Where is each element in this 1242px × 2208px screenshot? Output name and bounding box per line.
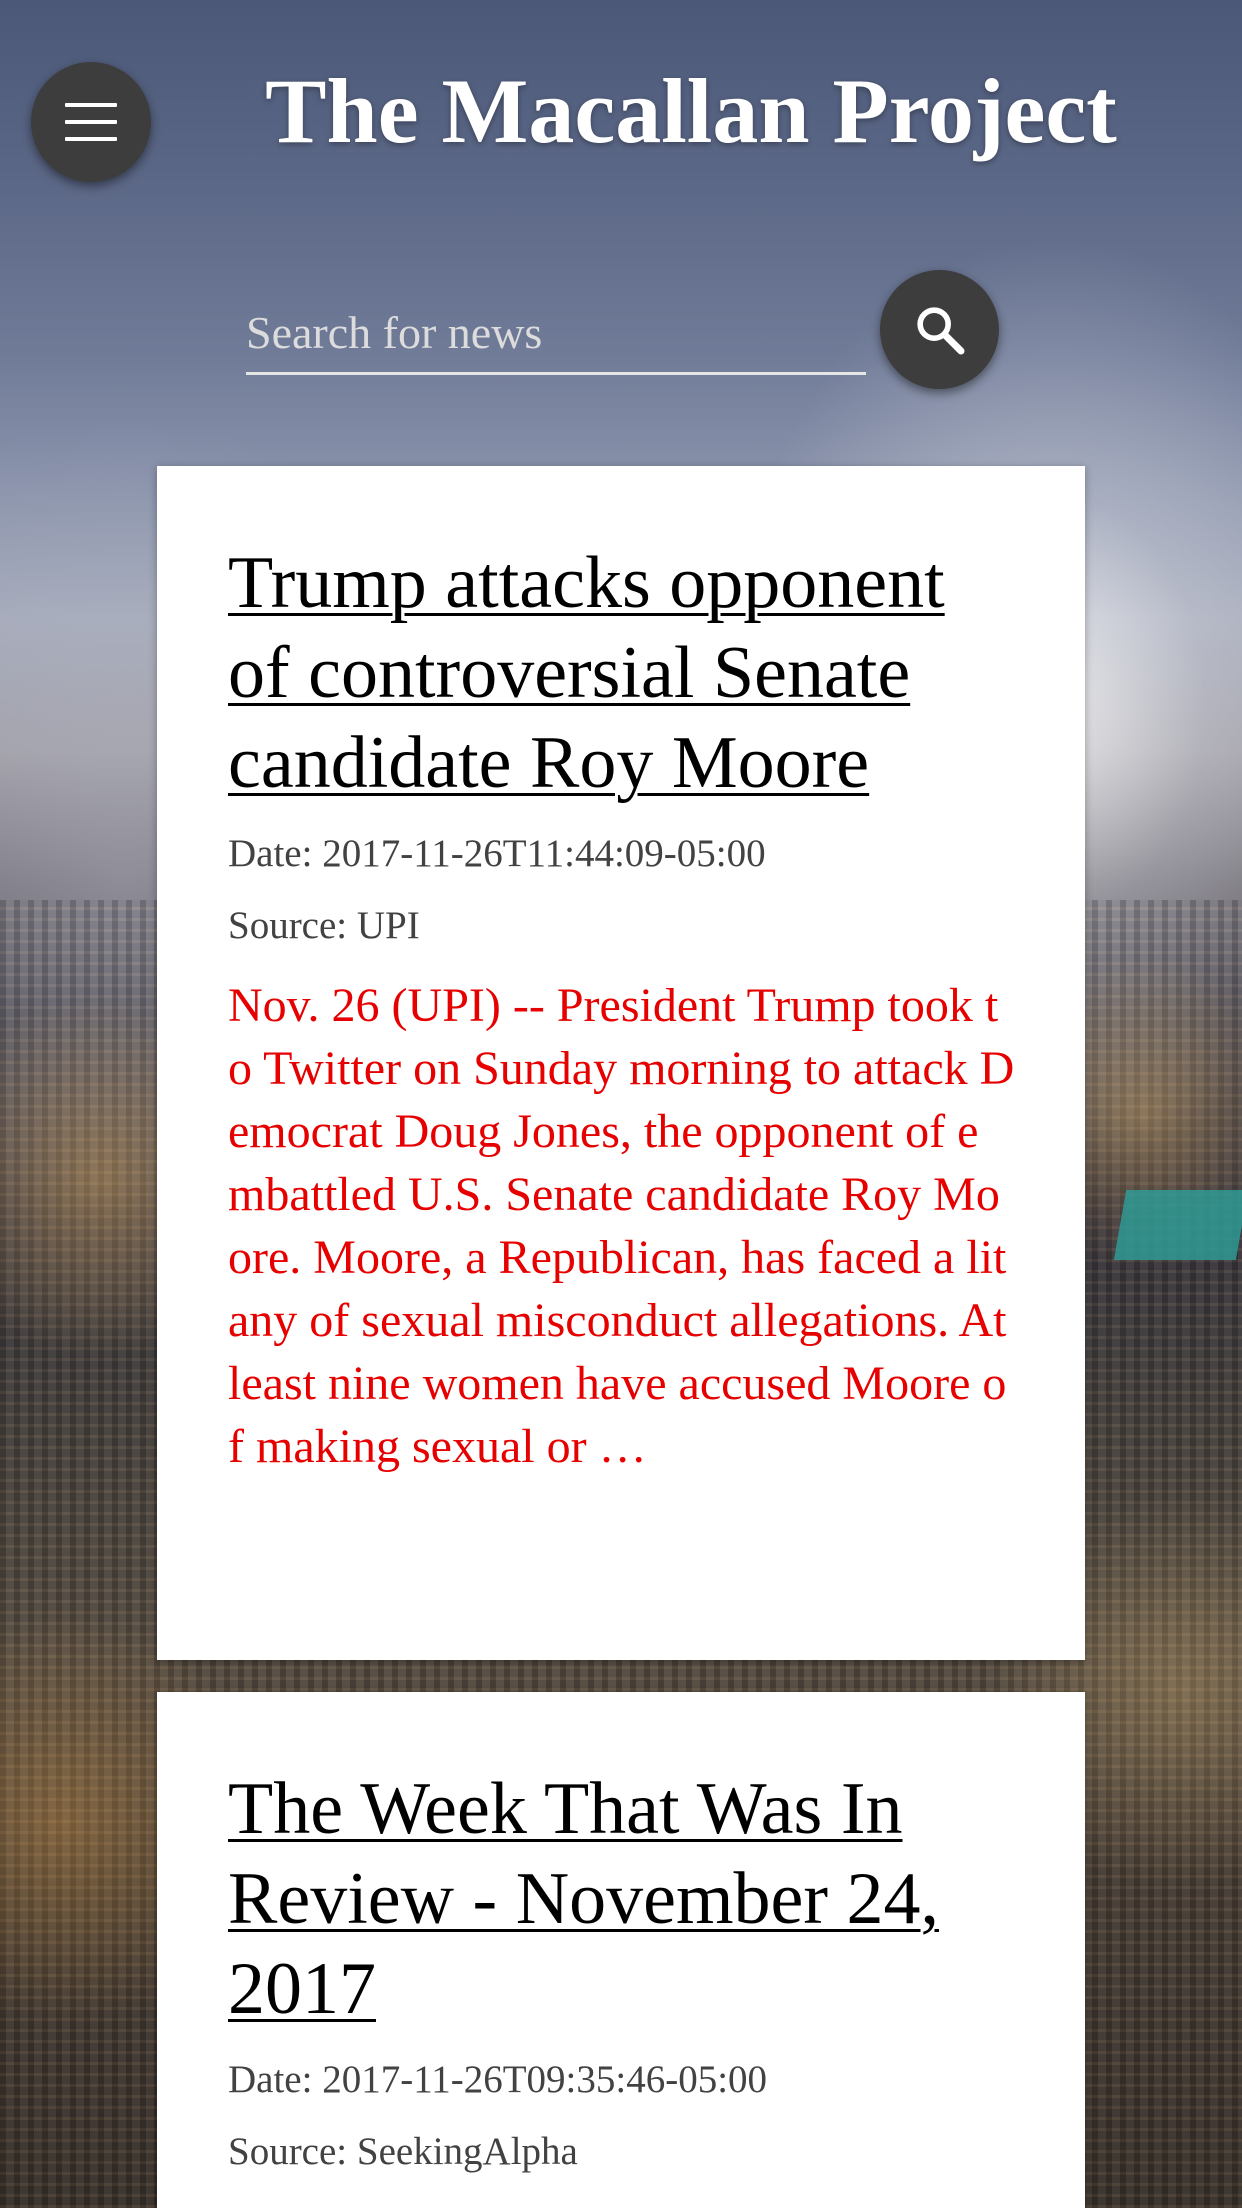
article-date: Date: 2017-11-26T09:35:46-05:00 [228,2058,768,2101]
search-icon [916,306,964,354]
building-roof-decoration [1113,1190,1242,1260]
page-background: The Macallan Project Trump attacks oppon… [0,0,1242,2208]
article-source: Source: UPI [228,904,420,947]
article-title-link[interactable]: Trump attacks opponent of controversial … [228,538,1015,808]
news-card: The Week That Was In Review - November 2… [157,1692,1085,2208]
search-input[interactable] [246,292,866,375]
article-title-link[interactable]: The Week That Was In Review - November 2… [228,1764,1015,2034]
article-source: Source: SeekingAlpha [228,2130,578,2173]
site-title: The Macallan Project [265,60,1117,162]
hamburger-menu-icon [65,103,117,141]
article-date: Date: 2017-11-26T11:44:09-05:00 [228,832,766,875]
menu-button[interactable] [31,62,151,182]
search-button[interactable] [880,270,999,389]
article-summary: Nov. 26 (UPI) -- President Trump took to… [228,979,1015,1473]
news-card: Trump attacks opponent of controversial … [157,466,1085,1660]
